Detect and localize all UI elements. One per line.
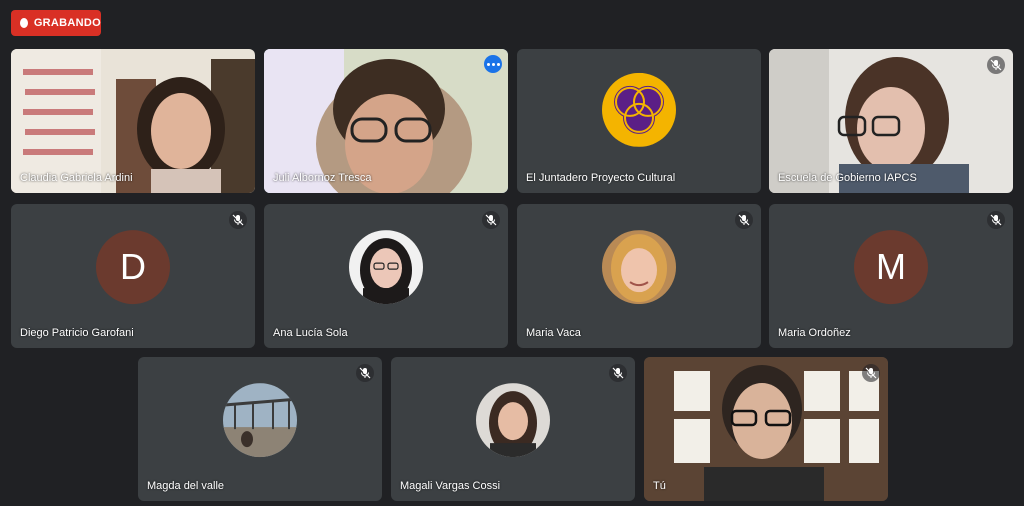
recording-label: GRABANDO: [33, 17, 101, 29]
mic-off-icon: [229, 211, 247, 229]
participant-name: El Juntadero Proyecto Cultural: [526, 172, 676, 184]
participant-name: Escuela de Gobierno IAPCS: [778, 172, 917, 184]
participant-tile-claudia[interactable]: Claudia Gabriela Ardini: [11, 49, 255, 193]
participant-name: Magali Vargas Cossi: [400, 480, 501, 492]
participant-tile-ana[interactable]: Ana Lucía Sola: [264, 204, 508, 348]
participant-name: Maria Vaca: [526, 327, 581, 339]
avatar-photo: [476, 383, 550, 458]
participant-name: Claudia Gabriela Ardini: [20, 172, 133, 184]
participant-tile-self[interactable]: Tú: [644, 357, 888, 501]
mic-off-icon: [609, 364, 627, 382]
participant-tile-escuela[interactable]: Escuela de Gobierno IAPCS: [769, 49, 1013, 193]
participant-name: Ana Lucía Sola: [273, 327, 348, 339]
participant-tile-magda[interactable]: Magda del valle: [138, 357, 382, 501]
participant-name: Juli Albornoz Tresca: [273, 172, 372, 184]
recording-dot-icon: [20, 18, 28, 28]
mic-off-icon: [987, 56, 1005, 74]
more-options-icon[interactable]: [484, 55, 502, 73]
avatar-initial: D: [96, 230, 170, 305]
mic-off-icon: [735, 211, 753, 229]
participant-tile-juntadero[interactable]: El Juntadero Proyecto Cultural: [517, 49, 761, 193]
participant-name: Tú: [653, 480, 666, 492]
avatar-initial: M: [854, 230, 928, 305]
avatar-photo: [223, 383, 297, 458]
mic-off-icon: [356, 364, 374, 382]
participant-tile-mariavaca[interactable]: Maria Vaca: [517, 204, 761, 348]
participant-tile-diego[interactable]: D Diego Patricio Garofani: [11, 204, 255, 348]
participant-tile-juli[interactable]: Juli Albornoz Tresca: [264, 49, 508, 193]
avatar-photo: [349, 230, 423, 305]
mic-off-icon: [482, 211, 500, 229]
avatar-photo: [602, 230, 676, 305]
mic-off-icon: [862, 364, 880, 382]
participant-tile-magali[interactable]: Magali Vargas Cossi: [391, 357, 635, 501]
participant-name: Maria Ordoñez: [778, 327, 851, 339]
participant-name: Magda del valle: [147, 480, 225, 492]
mic-off-icon: [987, 211, 1005, 229]
participant-video: [644, 357, 888, 501]
recording-badge: GRABANDO: [11, 10, 101, 36]
participant-name: Diego Patricio Garofani: [20, 327, 134, 339]
participant-tile-mariaordonez[interactable]: M Maria Ordoñez: [769, 204, 1013, 348]
juntadero-logo: [602, 72, 676, 147]
